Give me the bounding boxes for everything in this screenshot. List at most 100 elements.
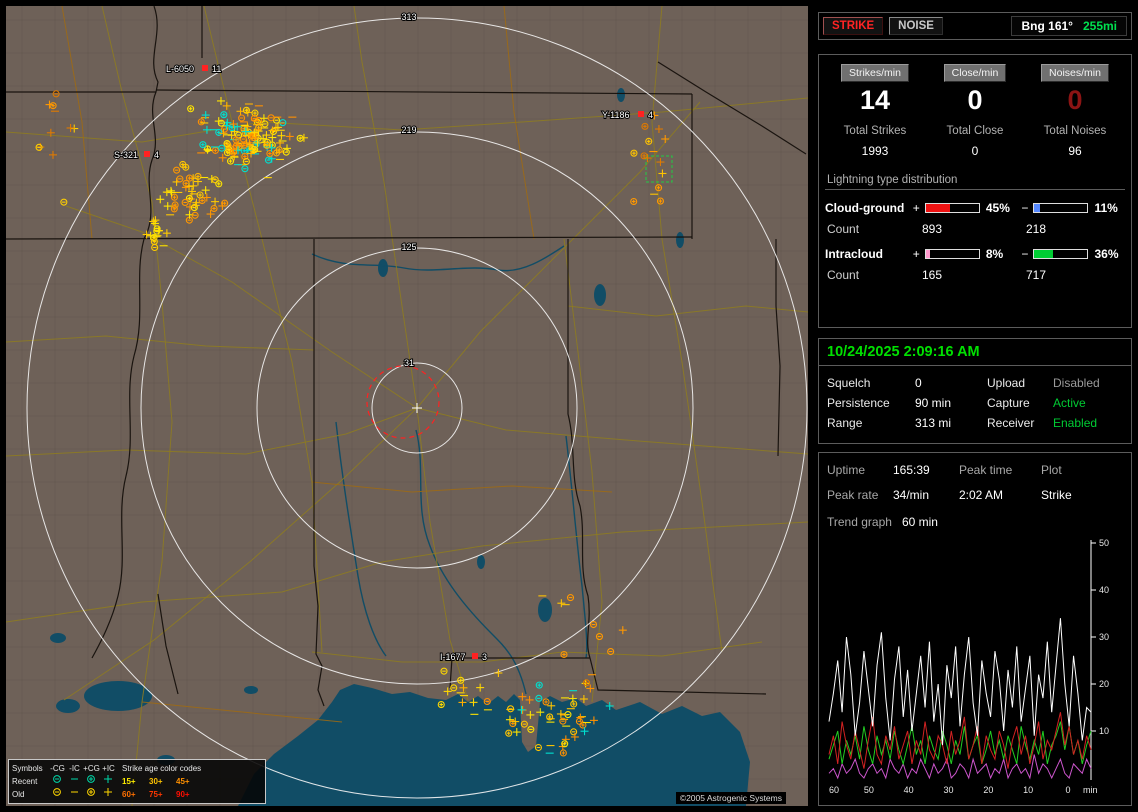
svg-text:S-321: S-321 [114, 150, 138, 160]
plus-icon [100, 787, 117, 802]
trend-graph[interactable]: 10 20 30 40 50 60 50 40 30 20 10 0 min [825, 537, 1131, 803]
range-setting-value: 313 mi [915, 416, 952, 430]
svg-text:30: 30 [943, 785, 953, 795]
cloud-ground-label: Cloud-ground [825, 201, 905, 215]
svg-text:20: 20 [1099, 679, 1109, 689]
svg-text:30: 30 [1099, 632, 1109, 642]
strikes-per-min-value: 14 [859, 85, 891, 115]
legend-col-icpos: +IC [102, 763, 115, 773]
total-close-value: 0 [971, 144, 979, 158]
time-settings-box: 10/24/2025 2:09:16 AM Squelch 0 Upload D… [818, 338, 1132, 444]
uptime-value: 165:39 [893, 463, 930, 477]
close-per-min-value: 0 [967, 85, 983, 115]
age-code: 90+ [176, 789, 190, 799]
cg-plus-pct: 45% [985, 201, 1010, 215]
bearing-range-readout: Bng 161° 255mi [1011, 16, 1127, 36]
svg-text:3: 3 [482, 652, 487, 662]
status-trend-box: Uptime 165:39 Peak time Plot Peak rate 3… [818, 452, 1132, 806]
stats-box: Strikes/min 14 Total Strikes 1993 Close/… [818, 54, 1132, 328]
svg-text:50: 50 [1099, 538, 1109, 548]
legend-age-old: 60+ 75+ 90+ [117, 789, 262, 801]
datetime-display: 10/24/2025 2:09:16 AM [819, 339, 1131, 366]
cloud-ground-counts: Count 893 218 [825, 222, 1125, 236]
peak-rate-label: Peak rate [827, 488, 879, 502]
ic-plus-count: 165 [922, 268, 943, 282]
settings-row: Range 313 mi Receiver Enabled [827, 416, 1123, 430]
receiver-label: Receiver [987, 416, 1035, 430]
age-code: 75+ [149, 789, 163, 799]
age-code: 60+ [122, 789, 136, 799]
legend-col-cgneg: -CG [50, 763, 65, 773]
strike-toggle-button[interactable]: STRIKE [823, 17, 884, 35]
range-label: Range [827, 416, 863, 430]
range-ring-label: 219 [401, 125, 416, 135]
ic-plus-bar [924, 249, 980, 259]
cloud-ground-row: Cloud-ground + 45% − 11% [825, 201, 1125, 215]
total-close-label: Total Close [946, 125, 1004, 137]
copyright-text: ©2005 Astrogenic Systems [675, 792, 786, 804]
total-strikes-value: 1993 [861, 144, 889, 158]
station-label: L-6050 11 [165, 63, 222, 75]
squelch-label: Squelch [827, 376, 871, 390]
age-code: 15+ [122, 776, 136, 786]
range-ring-label: 125 [401, 242, 416, 252]
intracloud-counts: Count 165 717 [825, 268, 1125, 282]
cg-minus-pct: 11% [1094, 201, 1118, 215]
svg-text:min: min [1083, 785, 1098, 795]
total-noises-value: 96 [1068, 144, 1082, 158]
minus-sign: − [1021, 247, 1029, 261]
svg-text:Y-1186: Y-1186 [602, 110, 630, 120]
noise-toggle-button[interactable]: NOISE [889, 17, 943, 35]
legend-symbols-header: Symbols [12, 763, 43, 773]
cg-minus-count: 218 [1026, 222, 1047, 236]
legend-old-label: Old [12, 789, 25, 799]
svg-text:20: 20 [983, 785, 993, 795]
svg-text:4: 4 [648, 110, 653, 120]
svg-text:10: 10 [1023, 785, 1033, 795]
noises-per-min-chip[interactable]: Noises/min [1041, 64, 1109, 82]
plus-sign: + [912, 247, 920, 261]
ic-minus-pct: 36% [1094, 247, 1119, 261]
trend-window-value: 60 min [901, 515, 938, 529]
peak-time-value: 2:02 AM [959, 488, 1004, 502]
cg-minus-bar [1033, 203, 1089, 213]
strikes-per-min-chip[interactable]: Strikes/min [841, 64, 909, 82]
total-strikes-label: Total Strikes [843, 125, 907, 137]
ic-plus-pct: 8% [985, 247, 1004, 261]
svg-text:0: 0 [1065, 785, 1070, 795]
plot-mode-value: Strike [1041, 488, 1072, 502]
upload-label: Upload [987, 376, 1026, 390]
intracloud-row: Intracloud + 8% − 36% [825, 247, 1125, 261]
peak-time-label: Peak time [959, 463, 1013, 477]
age-code: 30+ [149, 776, 163, 786]
intracloud-label: Intracloud [825, 247, 884, 261]
minus-sign: − [1021, 201, 1029, 215]
legend-col-cgpos: +CG [83, 763, 100, 773]
svg-text:L-6050: L-6050 [166, 64, 194, 74]
settings-row: Squelch 0 Upload Disabled [827, 376, 1123, 390]
cg-plus-bar [924, 203, 980, 213]
capture-label: Capture [987, 396, 1030, 410]
trend-graph-label: Trend graph [827, 515, 892, 529]
close-per-min-chip[interactable]: Close/min [943, 64, 1007, 82]
minus-icon [66, 787, 83, 802]
legend-age-header: Strike age color codes [122, 763, 202, 773]
svg-text:11: 11 [212, 64, 221, 74]
age-code: 45+ [176, 776, 190, 786]
lightning-map[interactable]: 313 219 125 31 L-6050 11 S-321 4 Y-1186 … [5, 5, 809, 807]
toolbar: STRIKE NOISE Bng 161° 255mi [818, 12, 1132, 40]
squelch-value: 0 [915, 376, 922, 390]
total-noises-label: Total Noises [1043, 125, 1107, 137]
circle-minus-icon [49, 787, 66, 802]
count-label: Count [827, 268, 860, 282]
legend-col-icneg: -IC [69, 763, 80, 773]
capture-status: Active [1053, 396, 1086, 410]
persistence-value: 90 min [915, 396, 952, 410]
svg-text:10: 10 [1099, 726, 1109, 736]
upload-status: Disabled [1053, 376, 1100, 390]
ic-minus-bar [1033, 249, 1089, 259]
persistence-label: Persistence [827, 396, 890, 410]
legend-age-recent: 15+ 30+ 45+ [117, 776, 262, 788]
side-panel: STRIKE NOISE Bng 161° 255mi Strikes/min … [818, 0, 1132, 812]
cg-plus-count: 893 [922, 222, 943, 236]
